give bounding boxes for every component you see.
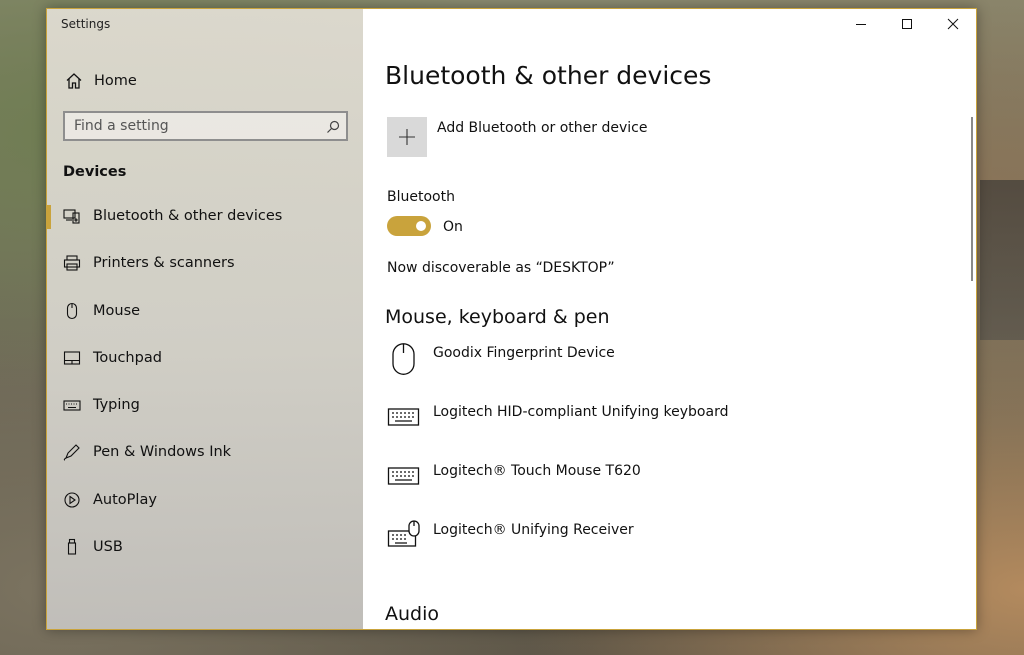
close-icon: [947, 18, 959, 30]
device-name: Logitech® Unifying Receiver: [433, 522, 634, 538]
sidebar-item-bluetooth[interactable]: Bluetooth & other devices: [47, 201, 363, 248]
maximize-button[interactable]: [884, 9, 930, 39]
keyboard-mouse-icon: [387, 520, 421, 554]
bluetooth-toggle[interactable]: [387, 216, 431, 236]
search-box: [63, 111, 348, 141]
touchpad-icon: [63, 349, 81, 367]
home-icon: [65, 72, 83, 90]
sidebar-item-typing[interactable]: Typing: [47, 390, 363, 437]
sidebar-item-label: Mouse: [93, 302, 141, 319]
main-content: Bluetooth & other devices Add Bluetooth …: [363, 9, 976, 629]
sidebar-item-mouse[interactable]: Mouse: [47, 296, 363, 343]
window-controls: [838, 9, 976, 39]
sidebar-item-label: Printers & scanners: [93, 255, 235, 272]
device-item[interactable]: Goodix Fingerprint Device: [387, 343, 787, 387]
search-input[interactable]: [74, 118, 314, 134]
sidebar-item-printers[interactable]: Printers & scanners: [47, 248, 363, 295]
sidebar-nav: Bluetooth & other devices Printers & sca…: [47, 201, 363, 579]
bluetooth-state: On: [443, 219, 463, 235]
desktop-wallpaper-detail: [980, 180, 1024, 340]
sidebar-item-touchpad[interactable]: Touchpad: [47, 343, 363, 390]
audio-heading: Audio: [385, 603, 440, 625]
device-name: Goodix Fingerprint Device: [433, 345, 615, 361]
maximize-icon: [902, 19, 912, 29]
sidebar-item-pen[interactable]: Pen & Windows Ink: [47, 437, 363, 484]
device-name: Logitech® Touch Mouse T620: [433, 463, 641, 479]
bluetooth-label: Bluetooth: [387, 189, 455, 205]
mouse-icon: [387, 343, 421, 377]
sidebar-item-label: Touchpad: [93, 349, 162, 366]
toggle-knob: [416, 221, 426, 231]
printer-icon: [63, 254, 81, 272]
sidebar-item-label: Pen & Windows Ink: [93, 444, 232, 461]
mouse-icon: [63, 302, 81, 320]
usb-icon: [63, 538, 81, 556]
app-title: Settings: [61, 17, 111, 31]
home-nav-item[interactable]: Home: [47, 67, 363, 95]
sidebar-item-label: Typing: [93, 397, 140, 414]
search-icon[interactable]: [326, 119, 340, 133]
page-title: Bluetooth & other devices: [385, 61, 712, 90]
mouse-keyboard-pen-heading: Mouse, keyboard & pen: [385, 306, 610, 328]
sidebar: Settings Home Devices: [47, 9, 363, 629]
device-item[interactable]: Logitech® Touch Mouse T620: [387, 461, 787, 505]
device-item[interactable]: Logitech HID-compliant Unifying keyboard: [387, 402, 787, 446]
active-indicator: [47, 205, 51, 229]
autoplay-icon: [63, 491, 81, 509]
settings-window: Settings Home Devices: [46, 8, 977, 630]
add-device-button[interactable]: Add Bluetooth or other device: [387, 117, 687, 157]
keyboard-icon: [387, 402, 421, 436]
pen-icon: [63, 443, 81, 462]
devices-section-label: Devices: [63, 164, 127, 180]
sidebar-item-autoplay[interactable]: AutoPlay: [47, 485, 363, 532]
sidebar-item-label: Bluetooth & other devices: [93, 208, 283, 224]
add-device-label: Add Bluetooth or other device: [437, 120, 648, 136]
discoverable-status: Now discoverable as “DESKTOP”: [387, 260, 615, 276]
minimize-button[interactable]: [838, 9, 884, 39]
home-label: Home: [94, 73, 137, 89]
device-item[interactable]: Logitech® Unifying Receiver: [387, 520, 787, 564]
device-name: Logitech HID-compliant Unifying keyboard: [433, 404, 729, 420]
keyboard-icon: [387, 461, 421, 495]
keyboard-icon: [63, 396, 81, 414]
sidebar-item-label: USB: [93, 539, 123, 556]
sidebar-item-label: AutoPlay: [93, 491, 157, 508]
minimize-icon: [856, 24, 866, 25]
bluetooth-devices-icon: [63, 207, 81, 225]
sidebar-item-usb[interactable]: USB: [47, 532, 363, 579]
plus-icon: [387, 117, 427, 157]
close-button[interactable]: [930, 9, 976, 39]
scrollbar[interactable]: [971, 117, 973, 281]
